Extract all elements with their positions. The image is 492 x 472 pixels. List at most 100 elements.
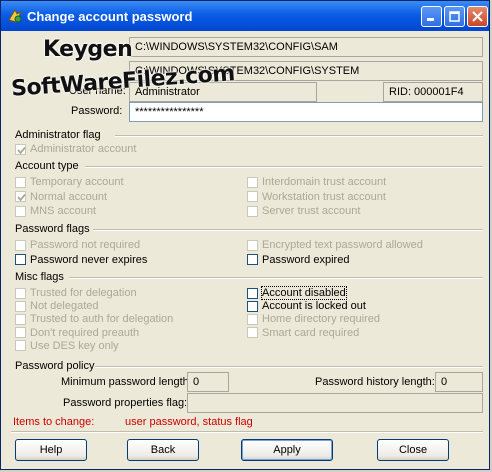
dialog-window: Change account password Keygen SoftWareF…	[0, 0, 490, 470]
min-length-label: Minimum password length:	[61, 376, 192, 388]
maximize-icon	[449, 11, 460, 22]
checkbox-password-expired[interactable]: Password expired	[247, 253, 349, 267]
checkbox-label: Workstation trust account	[262, 190, 386, 203]
title-bar[interactable]: Change account password	[1, 1, 489, 31]
close-window-button[interactable]	[467, 6, 488, 27]
help-button[interactable]: Help	[15, 439, 87, 461]
close-button-label: Close	[398, 444, 428, 456]
checkbox-box	[15, 143, 26, 155]
checkbox-box	[247, 176, 258, 188]
checkbox-workstation-trust-account: Workstation trust account	[247, 190, 386, 204]
divider	[11, 431, 483, 433]
checkbox-box	[247, 327, 258, 339]
items-to-change-value: user password, status flag	[125, 416, 253, 428]
checkbox-box[interactable]	[247, 300, 258, 312]
password-policy-group-title: Password policy	[15, 360, 95, 372]
back-button-label: Back	[150, 444, 176, 456]
checkbox-don-t-required-preauth: Don't required preauth	[15, 326, 139, 340]
checkbox-label: Trusted to auth for delegation	[30, 313, 174, 326]
checkbox-box	[247, 313, 258, 325]
checkbox-home-directory-required: Home directory required	[247, 312, 380, 326]
misc-flags-group-title: Misc flags	[15, 271, 64, 283]
admin-flag-group-title: Administrator flag	[15, 129, 101, 141]
divider	[85, 166, 483, 168]
minimize-button[interactable]	[421, 6, 442, 27]
checkbox-smart-card-required: Smart card required	[247, 326, 359, 340]
checkbox-trusted-to-auth-for-delegation: Trusted to auth for delegation	[15, 312, 173, 326]
watermark-line1: Keygen	[43, 37, 133, 62]
checkbox-label: Not delegated	[30, 300, 99, 313]
checkbox-box	[15, 327, 26, 339]
checkbox-not-delegated: Not delegated	[15, 299, 99, 313]
checkbox-server-trust-account: Server trust account	[247, 204, 360, 218]
close-button[interactable]: Close	[377, 439, 449, 461]
help-button-label: Help	[39, 444, 63, 456]
min-length-field: 0	[187, 372, 229, 392]
checkbox-box	[15, 205, 26, 217]
checkbox-box	[247, 239, 258, 251]
checkmark-icon	[17, 146, 26, 154]
minimize-icon	[427, 18, 434, 21]
dialog-body: Keygen SoftWareFilez.com C:\WINDOWS\SYST…	[5, 31, 485, 467]
properties-flag-label: Password properties flag:	[63, 397, 188, 409]
checkbox-label: Smart card required	[262, 326, 360, 339]
items-to-change-label: Items to change:	[13, 416, 95, 428]
divider	[69, 277, 483, 279]
checkbox-use-des-key-only: Use DES key only	[15, 339, 119, 353]
checkbox-password-never-expires[interactable]: Password never expires	[15, 253, 147, 267]
apply-button-label: Apply	[273, 444, 301, 456]
watermark: Keygen SoftWareFilez.com	[10, 31, 235, 111]
checkbox-label: Normal account	[30, 190, 108, 203]
checkbox-label: Temporary account	[30, 176, 124, 188]
checkbox-box	[15, 191, 26, 202]
checkbox-mns-account: MNS account	[15, 204, 96, 218]
checkbox-label: Password never expires	[30, 253, 148, 266]
back-button[interactable]: Back	[127, 439, 199, 461]
checkbox-box	[15, 340, 26, 352]
checkbox-box[interactable]	[247, 254, 258, 265]
checkbox-label: Interdomain trust account	[262, 176, 387, 188]
checkbox-label: Server trust account	[262, 205, 361, 217]
checkbox-box	[15, 176, 26, 188]
checkbox-administrator-account: Administrator account	[15, 142, 136, 156]
history-length-field: 0	[435, 372, 483, 392]
account-type-group-title: Account type	[15, 160, 79, 172]
divider	[115, 135, 483, 137]
checkbox-label: Use DES key only	[30, 339, 119, 352]
checkbox-account-disabled[interactable]: Account disabled	[247, 286, 347, 300]
checkbox-label: Administrator account	[30, 143, 137, 155]
checkbox-label: Password expired	[262, 253, 350, 266]
checkbox-encrypted-text-password-allowed: Encrypted text password allowed	[247, 238, 423, 252]
checkbox-interdomain-trust-account: Interdomain trust account	[247, 175, 386, 189]
properties-flag-field	[187, 393, 483, 413]
checkbox-trusted-for-delegation: Trusted for delegation	[15, 286, 137, 300]
checkbox-label: Encrypted text password allowed	[262, 239, 423, 251]
password-flags-group-title: Password flags	[15, 223, 90, 235]
close-icon	[472, 11, 483, 22]
checkbox-label: Don't required preauth	[30, 326, 140, 339]
checkbox-box	[15, 239, 26, 251]
checkbox-label: Home directory required	[262, 313, 380, 326]
divider	[93, 229, 483, 231]
checkbox-box	[15, 287, 26, 299]
divider	[95, 366, 483, 368]
checkbox-label: MNS account	[30, 205, 97, 217]
apply-button[interactable]: Apply	[241, 439, 333, 461]
checkbox-account-is-locked-out[interactable]: Account is locked out	[247, 299, 366, 313]
checkbox-box	[15, 300, 26, 312]
checkbox-label: Account is locked out	[262, 300, 366, 313]
checkmark-icon	[17, 193, 26, 202]
checkbox-box	[247, 191, 258, 202]
checkbox-label: Password not required	[30, 239, 141, 251]
checkbox-label: Trusted for delegation	[30, 287, 137, 299]
checkbox-temporary-account: Temporary account	[15, 175, 124, 189]
checkbox-box[interactable]	[247, 287, 258, 299]
history-length-label: Password history length:	[315, 376, 435, 388]
app-icon	[8, 8, 23, 23]
rid-field: RID: 000001F4	[383, 82, 483, 102]
checkbox-box	[247, 205, 258, 217]
checkbox-box[interactable]	[15, 254, 26, 265]
checkbox-normal-account: Normal account	[15, 190, 107, 204]
checkbox-label: Account disabled	[261, 286, 347, 300]
maximize-button[interactable]	[444, 6, 465, 27]
